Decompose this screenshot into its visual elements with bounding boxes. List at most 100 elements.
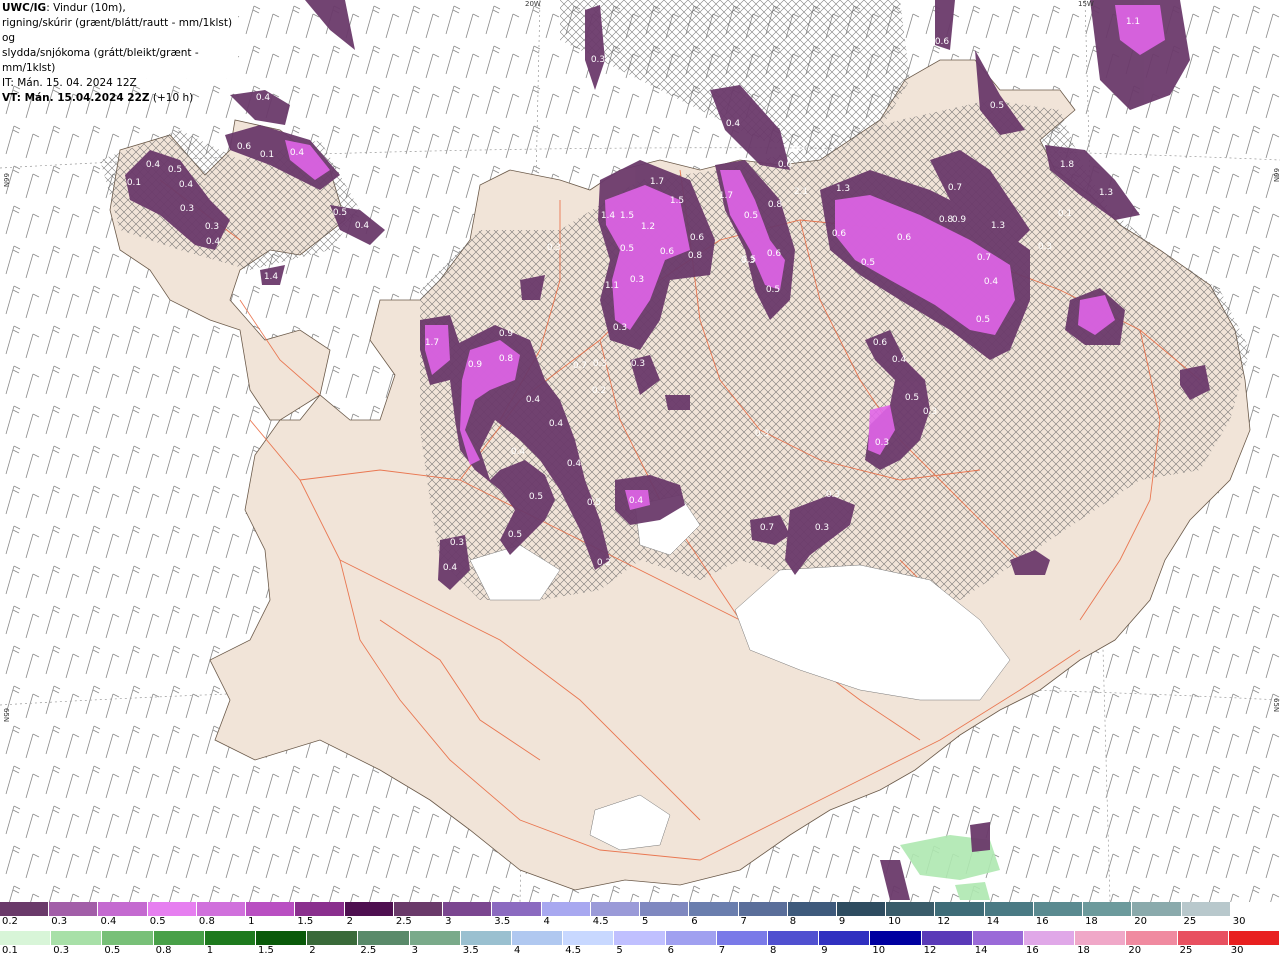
precip-value-label: 0.4	[549, 419, 564, 429]
precip-value-label: 0.4	[290, 148, 305, 158]
legend-swatch	[1228, 931, 1280, 945]
legend-swatch	[344, 902, 394, 916]
title-line-3: slydda/snjókoma (grátt/bleikt/grænt - mm…	[2, 47, 199, 74]
precip-value-label: 0.4	[892, 355, 907, 365]
legend-swatch	[1132, 902, 1182, 916]
legend-swatch	[196, 902, 247, 916]
precip-value-label: 0.6	[873, 338, 888, 348]
precip-value-label: 1.3	[991, 221, 1005, 231]
precip-value-label: 0.3	[180, 204, 194, 214]
title-line-1: UWC/IG: Vindur (10m),	[2, 1, 236, 16]
precip-value-label: 1.5	[620, 211, 634, 221]
legend-label: 20	[1128, 945, 1142, 956]
legend-label: 1	[206, 945, 214, 956]
legend-label: 2.5	[395, 916, 412, 927]
precip-value-label: 0.3	[755, 429, 769, 439]
legend-label: 1	[248, 916, 255, 927]
precip-value-label: 0.8	[768, 200, 783, 210]
precip-value-label: 2.1	[794, 187, 808, 197]
legend-rain-labels: 0.1 0.3 0.5 0.8 1 1.5 2 2.5 3 3.5 4 4.5 5 6 7 8 9 10 12 14 1…	[0, 945, 1280, 959]
precip-value-label: 0.5	[587, 498, 601, 508]
lon-label-20w: 20W	[525, 0, 541, 8]
legend-label: 3	[445, 916, 452, 927]
precip-value-label: 0.3	[815, 523, 829, 533]
lat-label-65n-left: 65N	[2, 708, 10, 722]
legend-swatch	[492, 902, 542, 916]
precip-value-label: 0.5	[620, 244, 634, 254]
legend-label: 7	[718, 945, 726, 956]
precip-value-label: 0.6	[237, 142, 252, 152]
legend-snow-labels: 0.2 0.3 0.4 0.5 0.8 1 1.5 2 2.5 3 3.5 4 4.5 5 6 7 8 9 10 12…	[0, 916, 1280, 930]
precip-value-label: 1.1	[605, 281, 619, 291]
precip-value-label: 0.6	[660, 247, 675, 257]
precip-value-label: 1.8	[1060, 160, 1075, 170]
precip-value-label: 0.4	[146, 160, 161, 170]
precip-value-label: 0.3	[205, 222, 219, 232]
precip-value-label: 0.3	[875, 438, 889, 448]
legend-label: 3.5	[462, 945, 479, 956]
precip-value-label: 0.3	[741, 256, 755, 266]
legend-swatch	[147, 902, 197, 916]
precip-value-label: 0.5	[766, 285, 780, 295]
precip-value-label: 0.7	[948, 183, 962, 193]
legend-label: 0.5	[149, 916, 166, 927]
legend-label: 14	[986, 916, 1000, 927]
precip-value-label: 0.4	[511, 447, 526, 457]
legend-swatch	[358, 931, 410, 945]
precip-value-label: 0.1	[1058, 209, 1072, 219]
lat-label-66n-right: 66N	[1272, 168, 1280, 182]
legend-swatch	[204, 931, 257, 945]
legend-rain-swatches	[0, 931, 1280, 945]
legend-label: 2	[346, 916, 353, 927]
legend-label: 2	[309, 945, 316, 956]
legend-swatch	[307, 931, 359, 945]
precip-value-label: 0.4	[526, 395, 541, 405]
precip-value-label: 0.6	[690, 233, 705, 243]
precip-value-label: 0.3	[1038, 242, 1052, 252]
legend-label: 7	[740, 916, 747, 927]
legend-swatch	[738, 902, 788, 916]
legend-swatch	[921, 931, 973, 945]
legend-swatch	[590, 902, 641, 916]
precip-value-label: 0.7	[573, 361, 587, 371]
precip-value-label: 1.7	[425, 338, 439, 348]
precip-value-label: 0.6	[935, 37, 950, 47]
legend-label: 14	[974, 945, 988, 956]
weather-map: 20W 15W 66N 65N 66N 65N 1.1 0.6 0.3 0.5 0.4 0…	[0, 0, 1280, 902]
precip-value-label: 0.4	[206, 237, 221, 247]
precip-value-label: 0.3	[613, 323, 627, 333]
precip-value-label: 0.3	[593, 359, 607, 369]
legend-label: 9	[821, 945, 828, 956]
lat-label-65n-right: 65N	[1272, 698, 1280, 712]
precip-value-label: 1.1	[1126, 17, 1140, 27]
legend-label: 10	[872, 945, 886, 956]
legend-swatch	[984, 902, 1034, 916]
legend-label: 8	[770, 945, 777, 956]
precip-value-label: 0.4	[179, 180, 194, 190]
legend-swatch	[819, 931, 871, 945]
legend-swatch	[409, 931, 461, 945]
legend-swatch	[836, 902, 887, 916]
legend-label: 4	[543, 916, 550, 927]
legend-swatch	[563, 931, 615, 945]
legend-label: 1.5	[297, 916, 314, 927]
precip-value-label: 1.3	[1099, 188, 1113, 198]
legend-swatch	[246, 902, 296, 916]
legend-swatch	[1181, 902, 1231, 916]
precip-value-label: 0.5	[168, 165, 182, 175]
legend-label: 2.5	[360, 945, 377, 956]
legend-swatch	[0, 931, 52, 945]
precip-value-label: 0.6	[778, 160, 793, 170]
precip-value-label: 0.2	[597, 558, 611, 568]
legend-swatch	[51, 931, 103, 945]
legend-label: 3	[411, 945, 418, 956]
model-name: UWC/IG	[2, 2, 47, 14]
precip-value-label: 0.1	[127, 178, 141, 188]
precip-value-label: 0.7	[760, 523, 774, 533]
legend-label: 18	[1085, 916, 1098, 927]
precip-value-label: 0.5	[508, 530, 522, 540]
legend-label: 4.5	[592, 916, 609, 927]
legend-swatch	[1126, 931, 1178, 945]
legend-label: 20	[1134, 916, 1148, 927]
precip-value-label: 1.4	[264, 272, 279, 282]
